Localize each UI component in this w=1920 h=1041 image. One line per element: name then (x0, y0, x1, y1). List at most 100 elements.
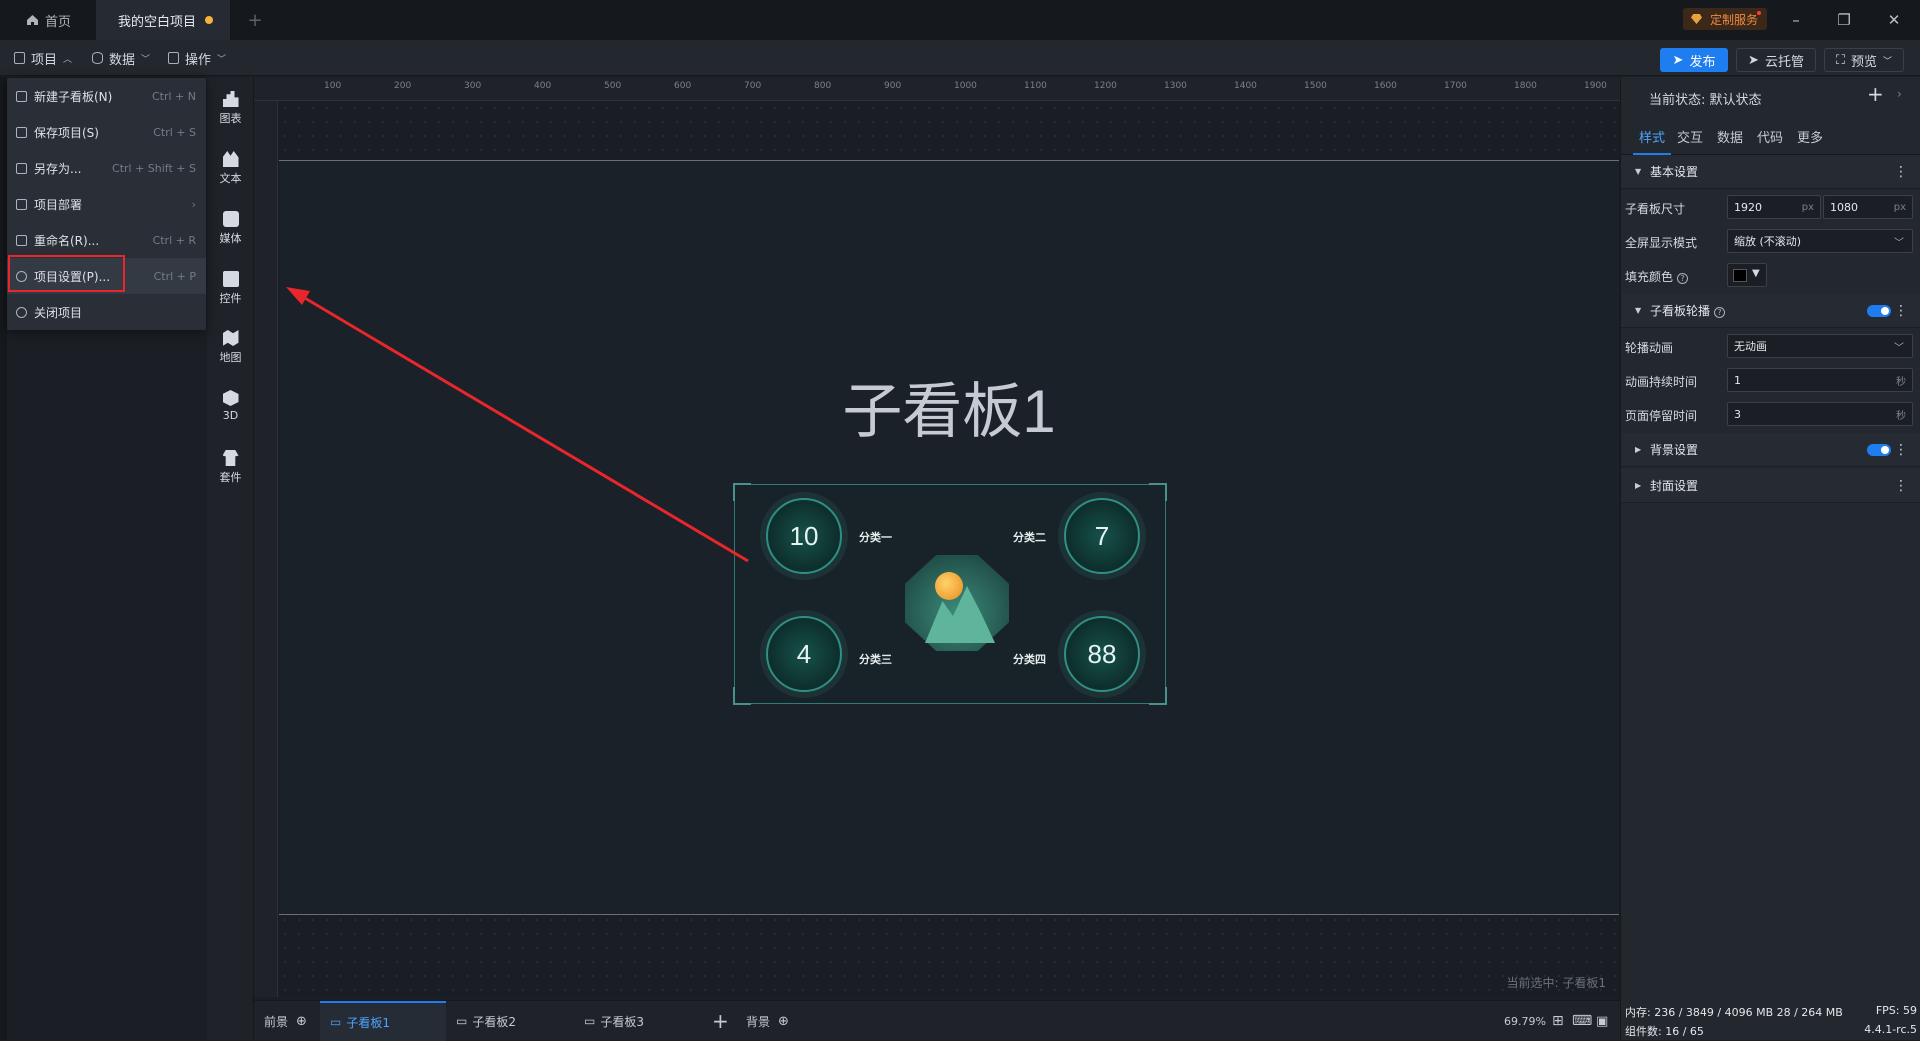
anim-value: 无动画 (1734, 340, 1767, 353)
tool-media[interactable]: 媒体 (207, 211, 254, 261)
menu-item-label: 保存项目(S) (34, 125, 99, 140)
help-icon[interactable]: ? (1677, 273, 1689, 284)
section-basic[interactable]: ▼ 基本设置 ⋮ (1621, 155, 1920, 189)
tab-sub3-label: 子看板3 (600, 1014, 644, 1029)
menu-item-rename[interactable]: 重命名(R)... Ctrl + R (7, 222, 206, 258)
custom-service-label: 定制服务 (1710, 12, 1759, 27)
chevron-right-icon[interactable]: › (1897, 87, 1902, 101)
tool-chart[interactable]: 图表 (207, 91, 254, 141)
tool-map-label: 地图 (219, 351, 242, 364)
more-icon[interactable]: ⋮ (1894, 164, 1908, 180)
tool-control[interactable]: 控件 (207, 271, 254, 321)
background-toggle[interactable] (1867, 443, 1891, 456)
tab-project-label: 我的空白项目 (118, 14, 197, 30)
tab-background[interactable]: 背景 ⊕ (746, 1001, 789, 1041)
section-background-title: 背景设置 (1650, 443, 1699, 457)
tab-sub1[interactable]: ▭ 子看板1 (320, 1001, 446, 1041)
height-input[interactable]: 1080 px (1823, 195, 1913, 219)
tab-data[interactable]: 数据 (1717, 127, 1743, 146)
ruler-tick-label: 100 (324, 81, 342, 91)
menu-ops[interactable]: 操作 ﹀ (168, 49, 226, 68)
tool-map[interactable]: 地图 (207, 330, 254, 380)
help-icon[interactable]: ? (1714, 307, 1726, 318)
tab-home[interactable]: 首页 (0, 0, 96, 40)
stay-value: 3 (1734, 407, 1741, 421)
tab-project[interactable]: 我的空白项目 (96, 0, 230, 40)
menu-item-label: 重命名(R)... (34, 233, 100, 248)
close-circle-icon (16, 306, 27, 318)
restore-icon[interactable]: ❐ (1834, 10, 1854, 30)
duration-value: 1 (1734, 373, 1741, 387)
tab-sub2-label: 子看板2 (472, 1014, 516, 1029)
tab-foreground-label: 前景 (264, 1014, 289, 1029)
custom-service-button[interactable]: 定制服务 (1683, 8, 1767, 30)
keyboard-icon[interactable]: ⌨ (1572, 1001, 1592, 1041)
unit-seconds: 秒 (1896, 410, 1906, 422)
tab-foreground[interactable]: 前景 ⊕ (264, 1001, 307, 1041)
publish-label: 发布 (1689, 54, 1716, 70)
tab-sub3[interactable]: ▭ 子看板3 (584, 1001, 644, 1041)
add-circle-icon[interactable]: ⊕ (778, 1014, 789, 1029)
new-board-icon (16, 90, 27, 102)
fit-screen-icon[interactable]: ⊞ (1552, 1001, 1564, 1041)
stay-input[interactable]: 3秒 (1727, 402, 1913, 426)
more-icon[interactable]: ⋮ (1894, 478, 1908, 494)
tab-code[interactable]: 代码 (1757, 127, 1783, 146)
duration-input[interactable]: 1秒 (1727, 368, 1913, 392)
anim-select[interactable]: 无动画 ﹀ (1727, 334, 1913, 358)
duration-label: 动画持续时间 (1625, 375, 1698, 389)
menu-item-close[interactable]: 关闭项目 (7, 294, 206, 330)
tab-sub2[interactable]: ▭ 子看板2 (456, 1001, 516, 1041)
preview-button[interactable]: ⛶ 预览 ﹀ (1824, 48, 1904, 72)
new-tab-button[interactable]: + (240, 0, 270, 40)
section-background[interactable]: ▶ 背景设置 ⋮ (1621, 433, 1920, 467)
size-label: 子看板尺寸 (1625, 202, 1686, 216)
menu-item-save[interactable]: 保存项目(S) Ctrl + S (7, 114, 206, 150)
width-input[interactable]: 1920 px (1727, 195, 1821, 219)
tab-background-label: 背景 (746, 1014, 771, 1029)
menu-project[interactable]: 项目 ︿ (14, 49, 72, 68)
tool-3d[interactable]: 3D (207, 390, 254, 440)
send-icon: ➤ (1748, 52, 1759, 68)
tool-text-label: 文本 (219, 172, 242, 185)
more-icon[interactable]: ⋮ (1894, 442, 1908, 458)
section-cover[interactable]: ▶ 封面设置 ⋮ (1621, 469, 1920, 503)
menu-item-deploy[interactable]: 项目部署 › (7, 186, 206, 222)
add-state-icon[interactable]: + (1867, 82, 1884, 106)
section-carousel[interactable]: ▼ 子看板轮播? ⋮ (1621, 294, 1920, 328)
more-icon[interactable]: ⋮ (1894, 303, 1908, 319)
tool-kit[interactable]: 套件 (207, 450, 254, 500)
fill-color-picker[interactable]: ▼ (1727, 263, 1767, 287)
menu-item-new-board[interactable]: 新建子看板(N) Ctrl + N (7, 78, 206, 114)
ruler-tick-label: 700 (744, 81, 762, 91)
fullscreen-select[interactable]: 缩放 (不滚动) ﹀ (1727, 229, 1913, 253)
menu-item-save-as[interactable]: 另存为... Ctrl + Shift + S (7, 150, 206, 186)
publish-button[interactable]: ➤ 发布 (1660, 48, 1728, 72)
menu-item-label: 新建子看板(N) (34, 89, 113, 104)
ruler-tick-label: 1400 (1234, 81, 1257, 91)
tab-more[interactable]: 更多 (1797, 127, 1823, 146)
zoom-level[interactable]: 69.79% (1504, 1001, 1546, 1041)
minimize-icon[interactable]: – (1786, 10, 1806, 30)
add-board-button[interactable]: + (712, 1001, 729, 1041)
ruler-tick-label: 1000 (954, 81, 977, 91)
project-menu-dropdown: 新建子看板(N) Ctrl + N 保存项目(S) Ctrl + S 另存为... C… (7, 78, 206, 330)
dashboard-widget[interactable]: 10 7 4 88 分类一 分类二 分类三 分类四 (733, 483, 1167, 705)
media-icon (222, 211, 239, 227)
artboard[interactable]: 子看板1 10 7 4 88 分类一 分类二 分类三 分类四 (279, 160, 1619, 915)
ruler-tick-label: 1300 (1164, 81, 1187, 91)
tool-text[interactable]: 文本 (207, 151, 254, 201)
terminal-icon[interactable]: ▣ (1596, 1001, 1608, 1041)
board-title[interactable]: 子看板1 (279, 363, 1619, 450)
close-icon[interactable]: ✕ (1884, 10, 1904, 30)
tab-interaction[interactable]: 交互 (1677, 127, 1703, 146)
menu-data[interactable]: 数据 ﹀ (92, 49, 150, 68)
current-state: 当前状态: 默认状态 (1649, 93, 1762, 108)
tool-3d-label: 3D (222, 409, 239, 422)
add-circle-icon[interactable]: ⊕ (296, 1014, 307, 1029)
carousel-toggle[interactable] (1867, 304, 1891, 317)
cloud-hosting-button[interactable]: ➤ 云托管 (1736, 48, 1816, 72)
highlight-box (8, 255, 125, 292)
tab-style[interactable]: 样式 (1639, 127, 1665, 146)
canvas-area[interactable]: 子看板1 10 7 4 88 分类一 分类二 分类三 分类四 当前选中: 子看板… (278, 101, 1620, 997)
